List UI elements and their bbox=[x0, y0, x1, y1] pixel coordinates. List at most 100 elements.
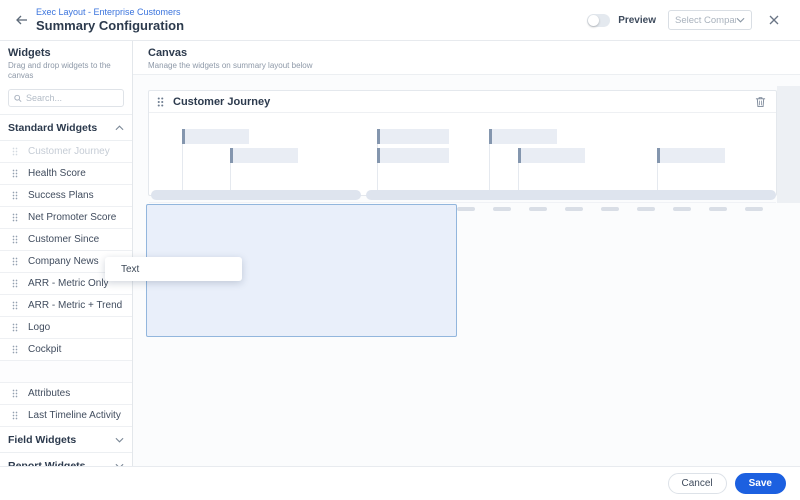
widget-item-label: Attributes bbox=[28, 388, 70, 399]
drag-handle-icon bbox=[12, 168, 18, 179]
skeleton-bar bbox=[377, 148, 449, 163]
skeleton-line bbox=[489, 144, 490, 190]
widget-skeleton-preview bbox=[149, 113, 776, 195]
widget-item-label: ARR - Metric Only bbox=[28, 278, 109, 289]
body: Widgets Drag and drop widgets to the can… bbox=[0, 41, 800, 466]
canvas-header: Canvas Manage the widgets on summary lay… bbox=[133, 41, 800, 75]
widget-title: Customer Journey bbox=[173, 96, 752, 108]
drag-handle-icon bbox=[12, 146, 18, 157]
drag-handle-icon bbox=[12, 256, 18, 267]
skeleton-line bbox=[518, 163, 519, 190]
skeleton-tick bbox=[673, 207, 691, 211]
canvas-pane: Canvas Manage the widgets on summary lay… bbox=[133, 41, 800, 466]
search-box bbox=[8, 89, 124, 107]
skeleton-tick bbox=[637, 207, 655, 211]
toggle-knob bbox=[588, 15, 599, 26]
widget-item-attributes[interactable]: Attributes bbox=[0, 383, 132, 405]
widget-item-label: Net Promoter Score bbox=[28, 212, 116, 223]
skeleton-bar bbox=[182, 129, 249, 144]
skeleton-line bbox=[230, 163, 231, 190]
skeleton-tick bbox=[601, 207, 619, 211]
summary-configuration-page: Exec Layout - Enterprise Customers Summa… bbox=[0, 0, 800, 500]
widget-item-label: Company News bbox=[28, 256, 99, 267]
page-title: Summary Configuration bbox=[36, 18, 184, 33]
company-select-placeholder: Select Company bbox=[675, 15, 736, 26]
back-button[interactable] bbox=[10, 9, 32, 31]
company-select[interactable]: Select Company bbox=[668, 10, 752, 30]
drag-handle-icon bbox=[12, 388, 18, 399]
drag-handle-icon[interactable] bbox=[157, 96, 164, 108]
widget-item-success-plans[interactable]: Success Plans bbox=[0, 185, 132, 207]
preview-label: Preview bbox=[618, 15, 656, 26]
canvas-title: Canvas bbox=[148, 47, 800, 59]
skeleton-track bbox=[151, 190, 361, 200]
drag-ghost-label: Text bbox=[121, 264, 139, 275]
search-input[interactable] bbox=[26, 93, 118, 103]
widget-item-label: ARR - Metric + Trend bbox=[28, 300, 122, 311]
title-block: Exec Layout - Enterprise Customers Summa… bbox=[36, 7, 184, 33]
widget-item-label: Health Score bbox=[28, 168, 86, 179]
widget-item-label: Last Timeline Activity bbox=[28, 410, 121, 421]
drag-handle-icon bbox=[12, 190, 18, 201]
chevron-up-icon bbox=[115, 125, 124, 131]
widget-item-last-timeline-activity[interactable]: Last Timeline Activity bbox=[0, 405, 132, 427]
skeleton-bar bbox=[657, 148, 725, 163]
chevron-down-icon bbox=[115, 437, 124, 443]
skeleton-bar bbox=[489, 129, 557, 144]
widget-item-net-promoter-score[interactable]: Net Promoter Score bbox=[0, 207, 132, 229]
drag-handle-icon bbox=[12, 212, 18, 223]
widget-header: Customer Journey bbox=[149, 91, 776, 113]
section-field-widgets[interactable]: Field Widgets bbox=[0, 427, 132, 453]
delete-widget-button[interactable] bbox=[752, 94, 768, 110]
section-standard-widgets[interactable]: Standard Widgets bbox=[0, 115, 132, 141]
drag-handle-icon bbox=[12, 234, 18, 245]
widget-item-label: Cockpit bbox=[28, 344, 61, 355]
close-icon bbox=[769, 15, 779, 25]
widget-item-arr-metric-trend[interactable]: ARR - Metric + Trend bbox=[0, 295, 132, 317]
widget-item-customer-since[interactable]: Customer Since bbox=[0, 229, 132, 251]
canvas-row-gutter bbox=[777, 86, 800, 203]
top-bar-actions: Preview Select Company bbox=[587, 10, 800, 30]
skeleton-bar bbox=[230, 148, 298, 163]
drag-handle-icon bbox=[12, 300, 18, 311]
skeleton-tick bbox=[745, 207, 763, 211]
widget-item-label: Customer Journey bbox=[28, 146, 110, 157]
skeleton-track bbox=[366, 190, 776, 200]
top-bar: Exec Layout - Enterprise Customers Summa… bbox=[0, 0, 800, 41]
search-row bbox=[0, 85, 132, 115]
skeleton-line bbox=[182, 144, 183, 190]
widget-item-logo[interactable]: Logo bbox=[0, 317, 132, 339]
close-button[interactable] bbox=[766, 12, 782, 28]
widget-item-customer-journey: Customer Journey bbox=[0, 141, 132, 163]
drag-handle-icon bbox=[12, 322, 18, 333]
skeleton-bar bbox=[518, 148, 585, 163]
widget-item-label: Success Plans bbox=[28, 190, 94, 201]
breadcrumb-link[interactable]: Exec Layout - Enterprise Customers bbox=[36, 7, 184, 18]
drag-handle-icon bbox=[12, 344, 18, 355]
sidebar-title: Widgets bbox=[8, 47, 124, 59]
chevron-down-icon bbox=[736, 17, 745, 23]
widget-item-health-score[interactable]: Health Score bbox=[0, 163, 132, 185]
drag-handle-icon bbox=[12, 278, 18, 289]
widget-item-label: Customer Since bbox=[28, 234, 99, 245]
cancel-button[interactable]: Cancel bbox=[668, 473, 727, 494]
drag-handle-icon bbox=[12, 410, 18, 421]
section-label: Standard Widgets bbox=[8, 122, 115, 134]
preview-toggle[interactable] bbox=[587, 14, 610, 27]
section-label: Field Widgets bbox=[8, 434, 115, 446]
dragged-item-empty-slot bbox=[0, 361, 132, 383]
customer-journey-widget: Customer Journey bbox=[148, 90, 777, 196]
skeleton-tick bbox=[709, 207, 727, 211]
skeleton-tick bbox=[493, 207, 511, 211]
save-button[interactable]: Save bbox=[735, 473, 786, 494]
widgets-sidebar: Widgets Drag and drop widgets to the can… bbox=[0, 41, 133, 466]
sidebar-header: Widgets Drag and drop widgets to the can… bbox=[0, 41, 132, 85]
trash-icon bbox=[755, 96, 766, 108]
skeleton-bar bbox=[377, 129, 449, 144]
skeleton-tick bbox=[457, 207, 475, 211]
skeleton-tick bbox=[565, 207, 583, 211]
skeleton-tick bbox=[529, 207, 547, 211]
widget-item-cockpit[interactable]: Cockpit bbox=[0, 339, 132, 361]
text-widget-drag-ghost[interactable]: Text bbox=[105, 257, 242, 281]
sidebar-subtitle: Drag and drop widgets to the canvas bbox=[8, 61, 124, 81]
